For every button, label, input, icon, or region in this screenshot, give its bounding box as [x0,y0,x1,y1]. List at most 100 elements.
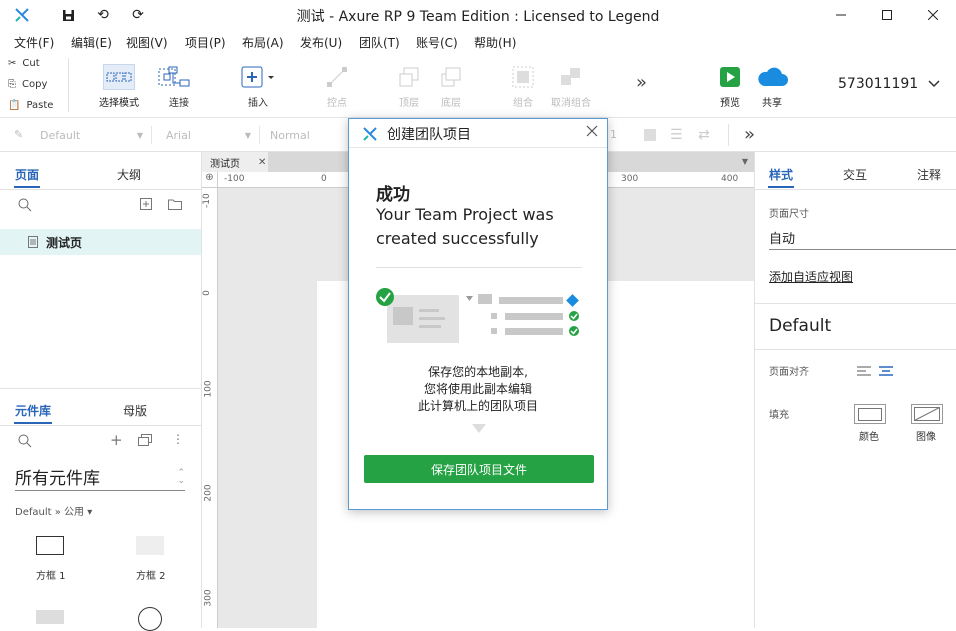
align-center-icon[interactable] [879,365,893,379]
library-breadcrumb[interactable]: Default » 公用 ▾ [15,503,92,518]
window-title: 测试 - Axure RP 9 Team Edition : Licensed … [296,9,660,25]
group-icon [512,64,534,90]
font-select-value: Arial [166,128,191,142]
updown-chevron-icon: ⌃ ⌄ [177,467,185,486]
connect-button[interactable]: 连接 [149,64,209,109]
preview-label: 预览 [720,98,740,109]
add-folder-icon[interactable] [168,198,182,213]
format-painter-icon[interactable]: ✎ [14,128,23,141]
save-team-project-button[interactable]: 保存团队项目文件 [364,455,594,483]
paste-button[interactable]: 📋 Paste [8,100,53,111]
tab-style[interactable]: 样式 [769,166,793,183]
top-label: 顶层 [399,98,419,109]
tab-overflow-icon[interactable]: ▼ [742,157,748,166]
more-vertical-icon[interactable]: ⋮ [172,432,184,446]
dialog-close-icon[interactable] [586,125,598,140]
maximize-button[interactable] [864,0,910,30]
menu-account[interactable]: 账号(C) [416,34,458,51]
down-arrow-icon [472,424,486,433]
menu-publish[interactable]: 发布(U) [300,34,342,51]
bottom-label: 底层 [441,98,461,109]
tab-pages[interactable]: 页面 [15,166,39,183]
play-icon [719,64,741,90]
inspector-panel: 样式 交互 注释 页面尺寸 自动 添加自适应视图 Default 页面对齐 填充… [755,152,956,628]
add-library-icon[interactable]: + [110,431,123,449]
menu-edit[interactable]: 编辑(E) [71,34,112,51]
menu-help[interactable]: 帮助(H) [474,34,516,51]
style-name[interactable]: Default [769,316,831,336]
tab-notes[interactable]: 注释 [917,166,941,183]
toolbar-more-icon[interactable]: » [636,72,647,93]
arrow-style-icon[interactable]: ⇄ [698,127,710,143]
desc-line-2: 您将使用此副本编辑 [423,382,532,396]
point-icon [326,64,348,90]
add-adaptive-view-link[interactable]: 添加自适应视图 [769,268,853,285]
font-weight-select[interactable]: Normal [270,126,350,144]
style-select-value: Default [40,128,81,142]
style-select[interactable]: Default ▼ [40,126,152,144]
title-bar: ⟲ ⟳ 测试 - Axure RP 9 Team Edition : Licen… [0,0,956,30]
select-mode-label: 选择模式 [99,98,139,109]
canvas-tab-label: 测试页 [210,158,240,170]
group-label: 组合 [513,98,533,109]
success-message: Your Team Project was created successful… [376,205,554,248]
menu-file[interactable]: 文件(F) [14,34,54,51]
stylebar-more-icon[interactable]: » [744,124,755,145]
library-search-icon[interactable] [18,434,32,451]
send-to-back-button[interactable]: 底层 [421,64,481,109]
ungroup-button[interactable]: 取消组合 [541,64,601,109]
align-left-icon[interactable] [857,365,871,379]
image-placeholder-icon [914,407,940,421]
page-item-test[interactable]: 测试页 [0,229,201,255]
fill-color-button[interactable] [854,404,886,424]
menu-team[interactable]: 团队(T) [359,34,400,51]
canvas-tab[interactable]: 测试页 ✕ [202,152,268,172]
widget-box2-label: 方框 2 [136,571,166,582]
dropdown-arrow-icon: ▼ [244,130,251,140]
save-team-project-label: 保存团队项目文件 [430,462,527,477]
page-align-label: 页面对齐 [769,367,809,378]
fill-image-button[interactable] [911,404,943,424]
tab-interactions[interactable]: 交互 [843,166,867,183]
minimize-button[interactable] [818,0,864,30]
widget-box2-preview[interactable] [136,536,164,555]
widget-ellipse-preview[interactable] [138,607,162,631]
share-button[interactable]: 共享 [742,64,802,109]
point-button[interactable]: 控点 [307,64,367,109]
tab-outline[interactable]: 大纲 [117,166,141,183]
widget-box1-preview[interactable] [36,536,64,555]
tab-masters[interactable]: 母版 [123,402,147,419]
library-dropdown[interactable]: 所有元件库 ⌃ ⌄ [15,463,185,491]
page-size-label: 页面尺寸 [769,209,809,220]
ruler-corner-icon: ⊕ [202,172,218,188]
send-back-icon [440,64,462,90]
tab-close-icon[interactable]: ✕ [258,157,266,168]
ruler-v-tick: 300 [203,589,214,607]
cut-label: Cut [22,58,40,69]
close-button[interactable] [910,0,956,30]
account-dropdown[interactable]: 573011191 [838,76,940,92]
line-style-icon[interactable]: ☰ [670,127,683,143]
vertical-ruler: -10 0 100 200 300 [202,188,218,628]
page-size-select[interactable]: 自动 [769,228,956,250]
menu-arrange[interactable]: 布局(A) [242,34,284,51]
menu-project[interactable]: 项目(P) [185,34,226,51]
size-field[interactable]: 1 [610,128,617,141]
connector-icon [168,64,190,90]
ruler-h-tick: 0 [321,174,327,184]
font-select[interactable]: Arial ▼ [166,126,260,144]
tab-libraries[interactable]: 元件库 [15,402,51,419]
widget-image-preview[interactable] [36,610,64,624]
insert-button[interactable]: 插入 [228,64,288,109]
insert-plus-icon [241,64,275,90]
copy-button[interactable]: ⎘ Copy [8,79,47,90]
ruler-h-tick: 400 [721,174,739,184]
pages-panel: 页面 大纲 测试页 [0,152,201,388]
cut-button[interactable]: ✂ Cut [8,58,40,69]
fill-color-swatch[interactable] [644,129,656,141]
library-options-icon[interactable] [138,434,152,449]
menu-view[interactable]: 视图(V) [126,34,168,51]
add-page-icon[interactable] [140,198,152,213]
dialog-header: 创建团队项目 [363,124,471,144]
search-icon[interactable] [18,198,32,215]
